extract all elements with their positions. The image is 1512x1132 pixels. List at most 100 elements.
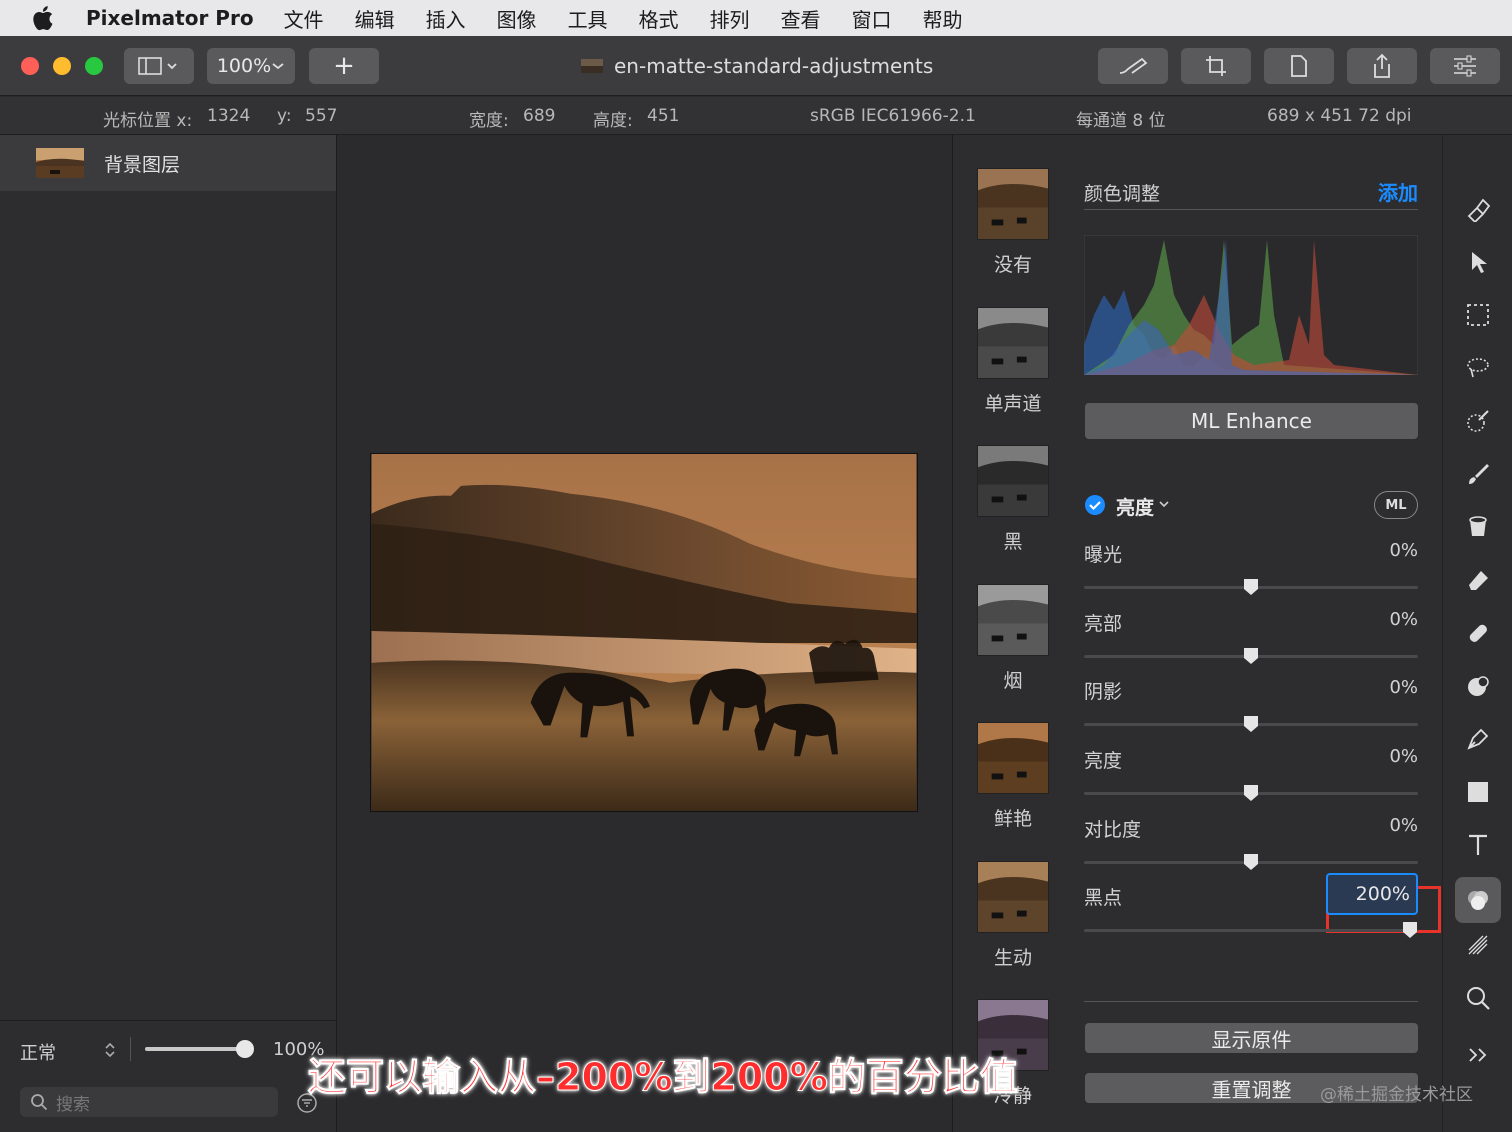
preset-thumbnail: [977, 445, 1049, 517]
pen-tool-icon[interactable]: [1460, 721, 1496, 757]
layer-row[interactable]: 背景图层: [0, 135, 336, 191]
menu-insert[interactable]: 插入: [426, 4, 466, 33]
slider-knob[interactable]: [1243, 647, 1259, 665]
document-title: en-matte-standard-adjustments: [580, 52, 933, 80]
adjustment-group-name[interactable]: 亮度: [1116, 493, 1154, 520]
horses-photo[interactable]: [370, 453, 918, 812]
paint-brush-icon[interactable]: [1460, 456, 1496, 492]
preset-label: 烟: [1003, 669, 1023, 692]
tools-panel-button[interactable]: [1430, 48, 1500, 84]
preset-label: 单声道: [984, 392, 1042, 415]
preset-thumbnail: [977, 860, 1049, 933]
menu-arrange[interactable]: 排列: [710, 4, 750, 33]
preset-item[interactable]: 黑: [977, 445, 1049, 554]
ml-enhance-button[interactable]: ML Enhance: [1085, 403, 1418, 439]
opacity-slider-track[interactable]: [145, 1047, 245, 1051]
arrange-tool-icon[interactable]: [1460, 244, 1496, 280]
sliders-icon: [1454, 55, 1476, 77]
slider-knob[interactable]: [1402, 921, 1418, 939]
preset-label: 没有: [993, 254, 1032, 276]
height-value: 451: [647, 106, 680, 126]
cursor-y-label: y:: [277, 106, 292, 126]
layers-panel: 背景图层 正常 100% 搜索: [0, 135, 337, 1132]
show-original-button[interactable]: 显示原件: [1085, 1023, 1418, 1053]
slider-knob[interactable]: [1243, 578, 1259, 596]
slider-track[interactable]: [1084, 929, 1418, 932]
canvas-area[interactable]: [337, 135, 951, 1132]
preset-thumbnail: [977, 722, 1049, 794]
add-adjustment-link[interactable]: 添加: [1378, 177, 1418, 206]
slider-row: 黑点 200%: [1084, 873, 1418, 939]
width-value: 689: [523, 106, 556, 126]
menu-window[interactable]: 窗口: [852, 4, 892, 33]
menu-edit[interactable]: 编辑: [355, 4, 395, 33]
preset-item[interactable]: 生动: [977, 860, 1049, 970]
chevron-down-icon: [272, 63, 284, 70]
crop-button[interactable]: [1181, 48, 1251, 84]
apple-menu-icon[interactable]: [0, 0, 86, 36]
preset-item[interactable]: 烟: [977, 583, 1049, 693]
layer-name: 背景图层: [104, 154, 181, 176]
preset-item[interactable]: 鲜艳: [977, 722, 1049, 831]
height-label: 高度:: [593, 111, 633, 131]
opacity-slider-knob[interactable]: [236, 1040, 254, 1058]
menu-tools[interactable]: 工具: [568, 4, 608, 33]
menu-format[interactable]: 格式: [639, 4, 679, 33]
more-tools-icon[interactable]: [1460, 1037, 1496, 1073]
slider-value-input[interactable]: 200%: [1326, 873, 1418, 915]
slider-row: 曝光 0%: [1084, 540, 1418, 596]
slider-label: 亮度: [1084, 750, 1123, 772]
zoom-tool-icon[interactable]: [1460, 980, 1496, 1016]
crop-icon: [1206, 56, 1226, 76]
blend-mode-select[interactable]: 正常: [20, 1039, 56, 1065]
divider: [130, 1037, 131, 1061]
slider-knob[interactable]: [1243, 715, 1259, 733]
cursor-x-value: 1324: [207, 106, 251, 126]
slider-knob[interactable]: [1243, 784, 1259, 802]
slider-label: 对比度: [1084, 819, 1142, 841]
app-name-menu[interactable]: Pixelmator Pro: [86, 6, 254, 30]
paint-bucket-icon[interactable]: [1460, 509, 1496, 545]
ml-badge-button[interactable]: ML: [1374, 491, 1418, 519]
slider-value: 0%: [1389, 540, 1418, 561]
sidebar-toggle-button[interactable]: [124, 48, 194, 84]
slider-value: 0%: [1389, 746, 1418, 767]
add-button[interactable]: +: [309, 48, 379, 84]
preset-label: 黑: [1003, 531, 1023, 553]
chevron-down-icon[interactable]: [1158, 499, 1170, 509]
effects-tool-icon[interactable]: [1460, 927, 1496, 963]
preset-thumbnail: [977, 168, 1049, 240]
menu-image[interactable]: 图像: [497, 4, 537, 33]
color-adjust-tool-icon[interactable]: [1455, 877, 1501, 923]
minimize-window-button[interactable]: [53, 57, 71, 75]
distort-icon[interactable]: [1460, 668, 1496, 704]
checkbox-checked-icon[interactable]: [1084, 494, 1106, 516]
retouch-tool-button[interactable]: [1098, 48, 1168, 84]
preset-item[interactable]: 没有: [977, 168, 1049, 277]
preset-item[interactable]: 单声道: [977, 306, 1049, 416]
eraser-icon[interactable]: [1460, 562, 1496, 598]
close-window-button[interactable]: [21, 57, 39, 75]
document-thumbnail-icon: [581, 59, 603, 73]
slider-value: 0%: [1389, 815, 1418, 836]
slider-knob[interactable]: [1243, 853, 1259, 871]
menu-help[interactable]: 帮助: [923, 4, 963, 33]
selection-tool-icon[interactable]: [1460, 297, 1496, 333]
share-button[interactable]: [1347, 48, 1417, 84]
style-tool-icon[interactable]: [1460, 191, 1496, 227]
slider-row: 亮度 0%: [1084, 746, 1418, 802]
quick-selection-icon[interactable]: [1460, 403, 1496, 439]
text-tool-icon[interactable]: [1460, 827, 1496, 863]
menu-file[interactable]: 文件: [284, 4, 324, 33]
shape-tool-icon[interactable]: [1460, 774, 1496, 810]
layer-search-field[interactable]: 搜索: [20, 1087, 278, 1117]
zoom-dropdown[interactable]: 100%: [207, 48, 295, 84]
menu-view[interactable]: 查看: [781, 4, 821, 33]
zoom-window-button[interactable]: [85, 57, 103, 75]
lasso-tool-icon[interactable]: [1460, 350, 1496, 386]
adjustments-panel: 颜色调整 添加 ML Enhance 亮度 ML 显示原件 重置调整 曝光 0% 亮…: [1072, 135, 1442, 1132]
updown-chevron-icon[interactable]: [103, 1040, 117, 1060]
retouch-bandage-icon[interactable]: [1460, 615, 1496, 651]
document-format-button[interactable]: [1264, 48, 1334, 84]
tools-sidebar: [1442, 135, 1512, 1132]
